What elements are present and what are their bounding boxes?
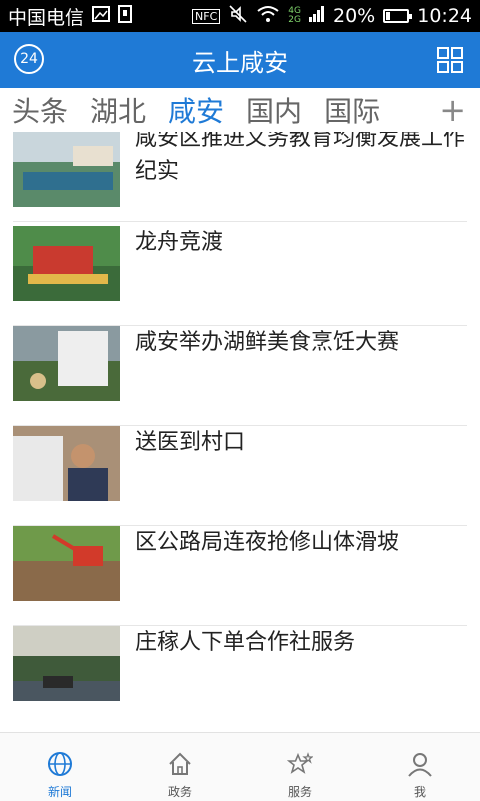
nav-news[interactable]: 新闻 <box>0 733 120 801</box>
news-list: 咸安区推进义务教育均衡发展工作纪实 龙舟竞渡 咸安举办湖鲜美食烹饪大赛 送医到村… <box>0 132 480 720</box>
news-thumbnail <box>13 526 120 601</box>
news-item[interactable]: 咸安区推进义务教育均衡发展工作纪实 <box>13 132 467 222</box>
nfc-icon: NFC <box>192 8 221 24</box>
nav-service-label: 服务 <box>287 785 312 799</box>
home-icon <box>167 751 193 781</box>
news-thumbnail <box>13 132 120 207</box>
tab-hubei[interactable]: 湖北 <box>90 90 146 130</box>
news-thumbnail <box>13 326 120 401</box>
nav-me[interactable]: 我 <box>360 733 480 801</box>
nav-government[interactable]: 政务 <box>120 733 240 801</box>
clock: 10:24 <box>417 5 472 27</box>
news-item[interactable]: 龙舟竞渡 <box>13 226 467 326</box>
battery-percent: 20% <box>333 5 376 27</box>
tab-domestic[interactable]: 国内 <box>246 90 302 130</box>
news-thumbnail <box>13 626 120 701</box>
news-title: 咸安区推进义务教育均衡发展工作纪实 <box>135 132 466 184</box>
news-item[interactable]: 区公路局连夜抢修山体滑坡 <box>13 526 467 626</box>
status-bar: 中国电信 NFC 4G 2G 20% 10:24 <box>0 0 480 32</box>
bottom-nav: 新闻 政务 服务 我 <box>0 732 480 801</box>
nav-government-label: 政务 <box>167 785 192 799</box>
signal-icon <box>309 5 325 27</box>
mute-icon <box>228 4 248 29</box>
nav-service[interactable]: 服务 <box>240 733 360 801</box>
nav-news-label: 新闻 <box>47 785 72 799</box>
status-right: NFC 4G 2G 20% 10:24 <box>192 0 472 32</box>
grid-menu-icon[interactable] <box>436 46 464 74</box>
news-thumbnail <box>13 226 120 301</box>
news-title: 龙舟竞渡 <box>135 230 224 255</box>
network-type-icon: 4G 2G <box>288 7 301 25</box>
news-title: 咸安举办湖鲜美食烹饪大赛 <box>135 330 400 355</box>
image-notification-icon <box>92 5 111 27</box>
category-tabs: 头条 湖北 咸安 国内 国际 + <box>0 88 480 132</box>
app-header: 24 云上咸安 <box>0 32 480 88</box>
news-title: 区公路局连夜抢修山体滑坡 <box>135 530 400 555</box>
sim-icon <box>118 4 133 28</box>
nav-me-label: 我 <box>413 785 426 799</box>
news-item[interactable]: 庄稼人下单合作社服务 <box>13 626 467 720</box>
badge-number: 24 <box>20 51 38 67</box>
add-tab-icon[interactable]: + <box>439 94 466 126</box>
battery-icon <box>383 9 413 23</box>
user-icon <box>407 751 433 781</box>
tab-xianan[interactable]: 咸安 <box>168 90 224 130</box>
wifi-icon <box>256 5 280 28</box>
globe-icon <box>47 751 73 781</box>
news-thumbnail <box>13 426 120 501</box>
carrier-label: 中国电信 <box>8 6 85 29</box>
news-item[interactable]: 送医到村口 <box>13 426 467 526</box>
weather-badge-icon[interactable]: 24 <box>14 44 44 74</box>
news-title: 送医到村口 <box>135 430 246 455</box>
page-title: 云上咸安 <box>192 48 288 77</box>
news-title: 庄稼人下单合作社服务 <box>135 630 356 655</box>
news-item[interactable]: 咸安举办湖鲜美食烹饪大赛 <box>13 326 467 426</box>
tab-international[interactable]: 国际 <box>324 90 380 130</box>
stars-icon <box>286 751 314 781</box>
tab-headline[interactable]: 头条 <box>12 90 68 130</box>
net-bottom-label: 2G <box>288 15 301 25</box>
